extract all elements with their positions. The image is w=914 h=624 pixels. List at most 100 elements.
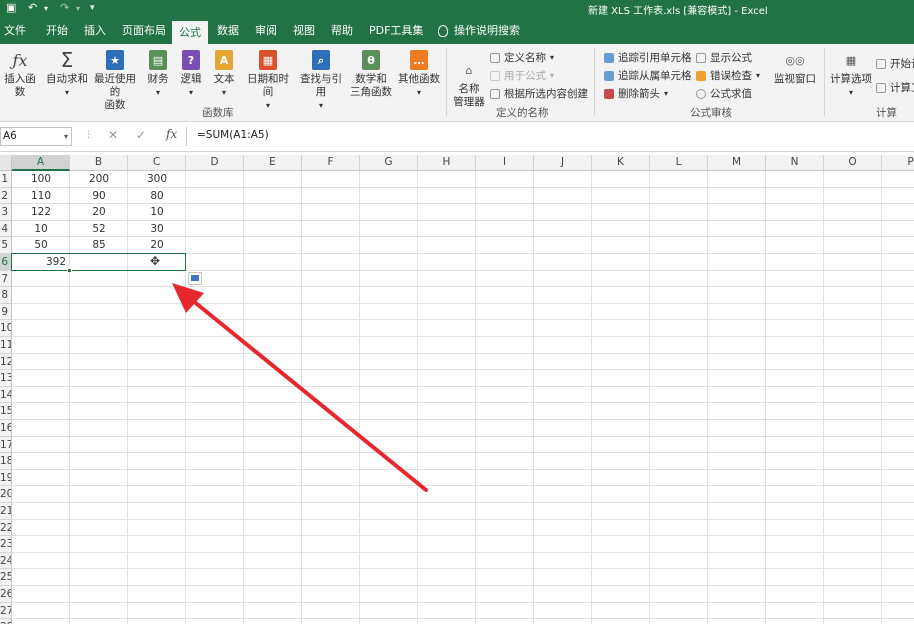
fill-handle[interactable] <box>67 267 72 273</box>
column-header-b[interactable]: B <box>70 155 128 171</box>
row-header-20[interactable]: 20 <box>0 486 12 503</box>
row-header-14[interactable]: 14 <box>0 386 12 404</box>
row-header-9[interactable]: 9 <box>0 303 12 321</box>
column-header-a[interactable]: A <box>12 155 70 171</box>
worksheet-grid[interactable]: ABCDEFGHIJKLMNOP123456789101112131415161… <box>0 155 914 624</box>
date-time-button[interactable]: ▦ 日期和时间 ▾ <box>242 50 294 112</box>
column-header-c[interactable]: C <box>128 155 186 171</box>
tab-insert[interactable]: 插入 <box>84 18 106 44</box>
quick-analysis-button[interactable] <box>188 271 202 285</box>
row-header-16[interactable]: 16 <box>0 420 12 437</box>
column-header-l[interactable]: L <box>650 155 708 171</box>
trace-precedents-button[interactable]: 追踪引用单元格 <box>604 50 692 65</box>
cell-b4[interactable]: 52 <box>70 221 128 238</box>
redo-dropdown-icon[interactable]: ▾ <box>76 4 80 13</box>
enter-icon[interactable]: ✓ <box>136 128 146 142</box>
chevron-down-icon[interactable]: ▾ <box>64 128 68 145</box>
row-header-25[interactable]: 25 <box>0 569 12 586</box>
column-header-n[interactable]: N <box>766 155 824 171</box>
column-header-k[interactable]: K <box>592 155 650 171</box>
undo-dropdown-icon[interactable]: ▾ <box>44 4 48 13</box>
insert-function-button[interactable]: ƒx 插入函数 <box>0 50 40 99</box>
cell-a5[interactable]: 50 <box>12 237 70 254</box>
row-header-1[interactable]: 1 <box>0 171 12 188</box>
formula-input[interactable]: =SUM(A1:A5) <box>186 127 914 146</box>
column-header-h[interactable]: H <box>418 155 476 171</box>
show-formulas-button[interactable]: 显示公式 <box>696 50 752 65</box>
column-header-j[interactable]: J <box>534 155 592 171</box>
row-header-19[interactable]: 19 <box>0 469 12 487</box>
tab-home[interactable]: 开始 <box>46 18 68 44</box>
column-header-o[interactable]: O <box>824 155 882 171</box>
remove-arrows-button[interactable]: 删除箭头 ▾ <box>604 86 668 101</box>
name-box[interactable]: A6 ▾ <box>0 127 72 146</box>
column-header-f[interactable]: F <box>302 155 360 171</box>
row-header-27[interactable]: 27 <box>0 602 12 620</box>
watch-window-button[interactable]: ◎◎ 监视窗口 <box>772 50 818 86</box>
financial-button[interactable]: ▤ 财务 ▾ <box>144 50 172 99</box>
row-header-15[interactable]: 15 <box>0 403 12 420</box>
tab-pdf-tools[interactable]: PDF工具集 <box>369 18 423 44</box>
calc-sheet-button[interactable]: 计算工 <box>876 80 914 95</box>
more-functions-button[interactable]: … 其他函数 ▾ <box>398 50 440 99</box>
tab-review[interactable]: 审阅 <box>255 18 277 44</box>
row-header-24[interactable]: 24 <box>0 552 12 570</box>
column-header-i[interactable]: I <box>476 155 534 171</box>
lookup-reference-button[interactable]: ⌕ 查找与引用 ▾ <box>296 50 346 112</box>
row-header-26[interactable]: 26 <box>0 586 12 603</box>
tab-help[interactable]: 帮助 <box>331 18 353 44</box>
tell-me-search[interactable]: 操作说明搜索 <box>438 18 520 44</box>
row-header-2[interactable]: 2 <box>0 187 12 205</box>
row-header-18[interactable]: 18 <box>0 453 12 470</box>
tab-file[interactable]: 文件 <box>4 18 26 44</box>
undo-icon[interactable]: ↶ <box>28 1 37 14</box>
recently-used-button[interactable]: ★ 最近使用的 函数 <box>89 50 141 112</box>
trace-dependents-button[interactable]: 追踪从属单元格 <box>604 68 692 83</box>
error-checking-button[interactable]: 错误检查 ▾ <box>696 68 760 83</box>
name-manager-button[interactable]: ⌂ 名称 管理器 <box>452 60 486 109</box>
column-header-g[interactable]: G <box>360 155 418 171</box>
define-name-button[interactable]: 定义名称 ▾ <box>490 50 554 65</box>
cell-b5[interactable]: 85 <box>70 237 128 254</box>
row-header-7[interactable]: 7 <box>0 270 12 288</box>
select-all-corner[interactable] <box>0 155 12 171</box>
row-header-10[interactable]: 10 <box>0 320 12 337</box>
insert-function-icon[interactable]: fx <box>166 127 177 141</box>
column-header-m[interactable]: M <box>708 155 766 171</box>
row-header-13[interactable]: 13 <box>0 370 12 387</box>
row-header-11[interactable]: 11 <box>0 337 12 354</box>
save-icon[interactable]: ▣ <box>6 1 16 14</box>
row-header-8[interactable]: 8 <box>0 287 12 304</box>
column-header-p[interactable]: P <box>882 155 914 171</box>
cell-c5[interactable]: 20 <box>128 237 186 254</box>
cell-c3[interactable]: 10 <box>128 204 186 221</box>
row-header-3[interactable]: 3 <box>0 204 12 221</box>
text-button[interactable]: A 文本 ▾ <box>210 50 238 99</box>
cell-a2[interactable]: 110 <box>12 188 70 205</box>
row-header-21[interactable]: 21 <box>0 503 12 520</box>
cell-a1[interactable]: 100 <box>12 171 70 188</box>
calc-now-button[interactable]: 开始计 <box>876 56 914 71</box>
create-from-selection-button[interactable]: 根据所选内容创建 <box>490 86 588 101</box>
cell-b3[interactable]: 20 <box>70 204 128 221</box>
use-in-formula-button[interactable]: 用于公式 ▾ <box>490 68 554 83</box>
autosum-button[interactable]: Σ 自动求和 ▾ <box>45 50 89 99</box>
row-header-4[interactable]: 4 <box>0 220 12 238</box>
tab-view[interactable]: 视图 <box>293 18 315 44</box>
math-trig-button[interactable]: θ 数学和 三角函数 <box>348 50 394 99</box>
row-header-28[interactable]: 28 <box>0 619 12 624</box>
cell-c4[interactable]: 30 <box>128 221 186 238</box>
cell-c2[interactable]: 80 <box>128 188 186 205</box>
redo-icon[interactable]: ↷ <box>60 1 69 14</box>
calc-options-button[interactable]: ▦ 计算选项 ▾ <box>829 50 873 99</box>
column-header-d[interactable]: D <box>186 155 244 171</box>
row-header-12[interactable]: 12 <box>0 353 12 371</box>
tab-formulas[interactable]: 公式 <box>172 21 208 44</box>
cell-a3[interactable]: 122 <box>12 204 70 221</box>
row-header-22[interactable]: 22 <box>0 519 12 537</box>
row-header-23[interactable]: 23 <box>0 536 12 553</box>
evaluate-formula-button[interactable]: 公式求值 <box>696 86 752 101</box>
cancel-icon[interactable]: ✕ <box>108 128 118 142</box>
row-header-17[interactable]: 17 <box>0 436 12 454</box>
logical-button[interactable]: ? 逻辑 ▾ <box>178 50 204 99</box>
